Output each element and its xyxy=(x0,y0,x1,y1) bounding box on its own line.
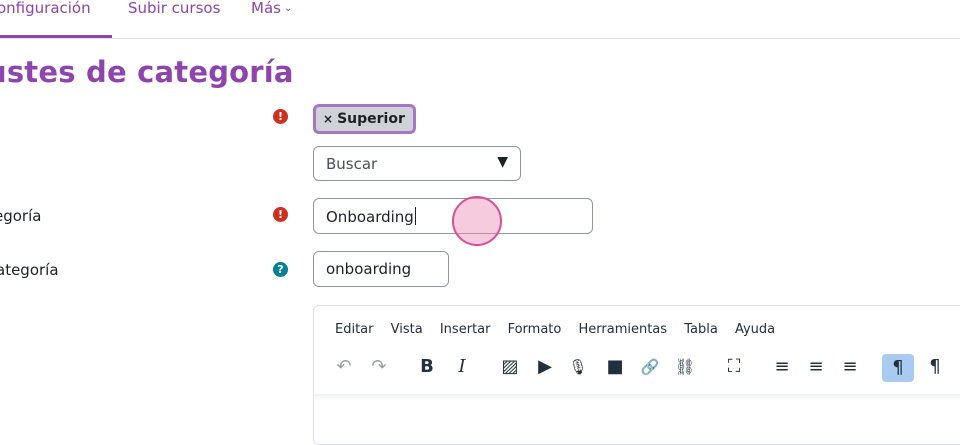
align-right-icon[interactable]: ≡ xyxy=(835,352,865,382)
editor-toolbar: ↶ ↷ B I ▨ ▶ 🎙 ■ 🔗 ⛓ ⛶ ≡ ≡ ≡ ¶ ¶ xyxy=(314,352,960,388)
menu-editar[interactable]: Editar xyxy=(335,322,374,337)
editor-content-area[interactable] xyxy=(314,394,960,400)
text-caret xyxy=(414,207,416,225)
tab-mas-label: Más xyxy=(251,0,281,17)
redo-icon[interactable]: ↷ xyxy=(364,352,394,382)
parent-search-select[interactable]: Buscar ▼ xyxy=(313,146,521,181)
menu-vista[interactable]: Vista xyxy=(391,322,423,337)
microphone-icon[interactable]: 🎙 xyxy=(563,352,593,382)
required-icon: ! xyxy=(273,207,288,222)
tab-configuracion[interactable]: onfiguración xyxy=(0,0,91,16)
align-center-icon[interactable]: ≡ xyxy=(801,352,831,382)
video-icon[interactable]: ■ xyxy=(600,352,630,382)
selected-parent-chip[interactable]: × Superior xyxy=(313,104,416,134)
tab-subir-cursos[interactable]: Subir cursos xyxy=(128,0,220,16)
secondary-navigation: onfiguración Subir cursos Más ⌄ xyxy=(0,0,960,39)
menu-herramientas[interactable]: Herramientas xyxy=(579,322,668,337)
category-id-label: ategoría xyxy=(0,261,59,279)
help-icon[interactable]: ? xyxy=(273,262,288,277)
tab-mas[interactable]: Más ⌄ xyxy=(251,0,292,17)
fullscreen-icon[interactable]: ⛶ xyxy=(719,352,749,382)
category-name-value: Onboarding xyxy=(326,208,414,226)
click-indicator xyxy=(452,196,502,246)
bold-icon[interactable]: B xyxy=(412,352,442,382)
menu-ayuda[interactable]: Ayuda xyxy=(735,322,775,337)
rtl-icon[interactable]: ¶ xyxy=(920,352,950,382)
menu-insertar[interactable]: Insertar xyxy=(440,322,491,337)
undo-icon[interactable]: ↶ xyxy=(329,352,359,382)
editor-menubar: Editar Vista Insertar Formato Herramient… xyxy=(335,322,788,337)
link-icon[interactable]: 🔗 xyxy=(635,352,665,382)
image-icon[interactable]: ▨ xyxy=(495,352,525,382)
category-id-input[interactable]: onboarding xyxy=(313,251,449,287)
align-left-icon[interactable]: ≡ xyxy=(767,352,797,382)
category-name-label: egoría xyxy=(0,207,42,225)
select-value: Buscar xyxy=(326,155,378,173)
media-icon[interactable]: ▶ xyxy=(530,352,560,382)
category-id-value: onboarding xyxy=(326,260,412,278)
menu-formato[interactable]: Formato xyxy=(508,322,562,337)
page-title: ustes de categoría xyxy=(0,55,294,89)
required-icon: ! xyxy=(273,109,288,124)
chip-label: Superior xyxy=(337,111,405,127)
dropdown-arrow-icon: ▼ xyxy=(497,154,508,170)
ltr-icon[interactable]: ¶ xyxy=(882,354,914,382)
active-tab-indicator xyxy=(0,35,112,38)
chevron-down-icon: ⌄ xyxy=(283,3,293,14)
remove-chip-icon[interactable]: × xyxy=(323,112,333,126)
italic-icon[interactable]: I xyxy=(447,352,477,382)
menu-tabla[interactable]: Tabla xyxy=(684,322,718,337)
unlink-icon[interactable]: ⛓ xyxy=(670,352,700,382)
description-editor: Editar Vista Insertar Formato Herramient… xyxy=(313,305,960,445)
